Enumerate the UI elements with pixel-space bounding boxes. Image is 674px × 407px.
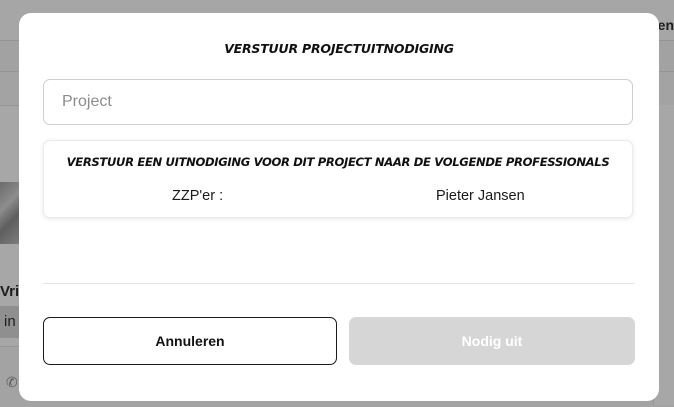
modal-divider xyxy=(43,283,635,284)
professional-name: Pieter Jansen xyxy=(436,188,525,204)
phone-icon: ✆ xyxy=(6,374,18,390)
professional-role-label: ZZP'er : xyxy=(172,188,224,204)
invite-project-modal: VERSTUUR PROJECTUITNODIGING VERSTUUR EEN… xyxy=(19,13,659,401)
cancel-button[interactable]: Annuleren xyxy=(43,317,337,365)
invite-summary-box: VERSTUUR EEN UITNODIGING VOOR DIT PROJEC… xyxy=(43,140,633,218)
background-header-text: en xyxy=(657,17,674,33)
project-input[interactable] xyxy=(43,79,633,125)
modal-title: VERSTUUR PROJECTUITNODIGING xyxy=(224,41,454,56)
invite-button[interactable]: Nodig uit xyxy=(349,317,635,365)
invite-summary-heading: VERSTUUR EEN UITNODIGING VOOR DIT PROJEC… xyxy=(66,155,610,169)
background-card-chip-text: in xyxy=(4,313,16,330)
